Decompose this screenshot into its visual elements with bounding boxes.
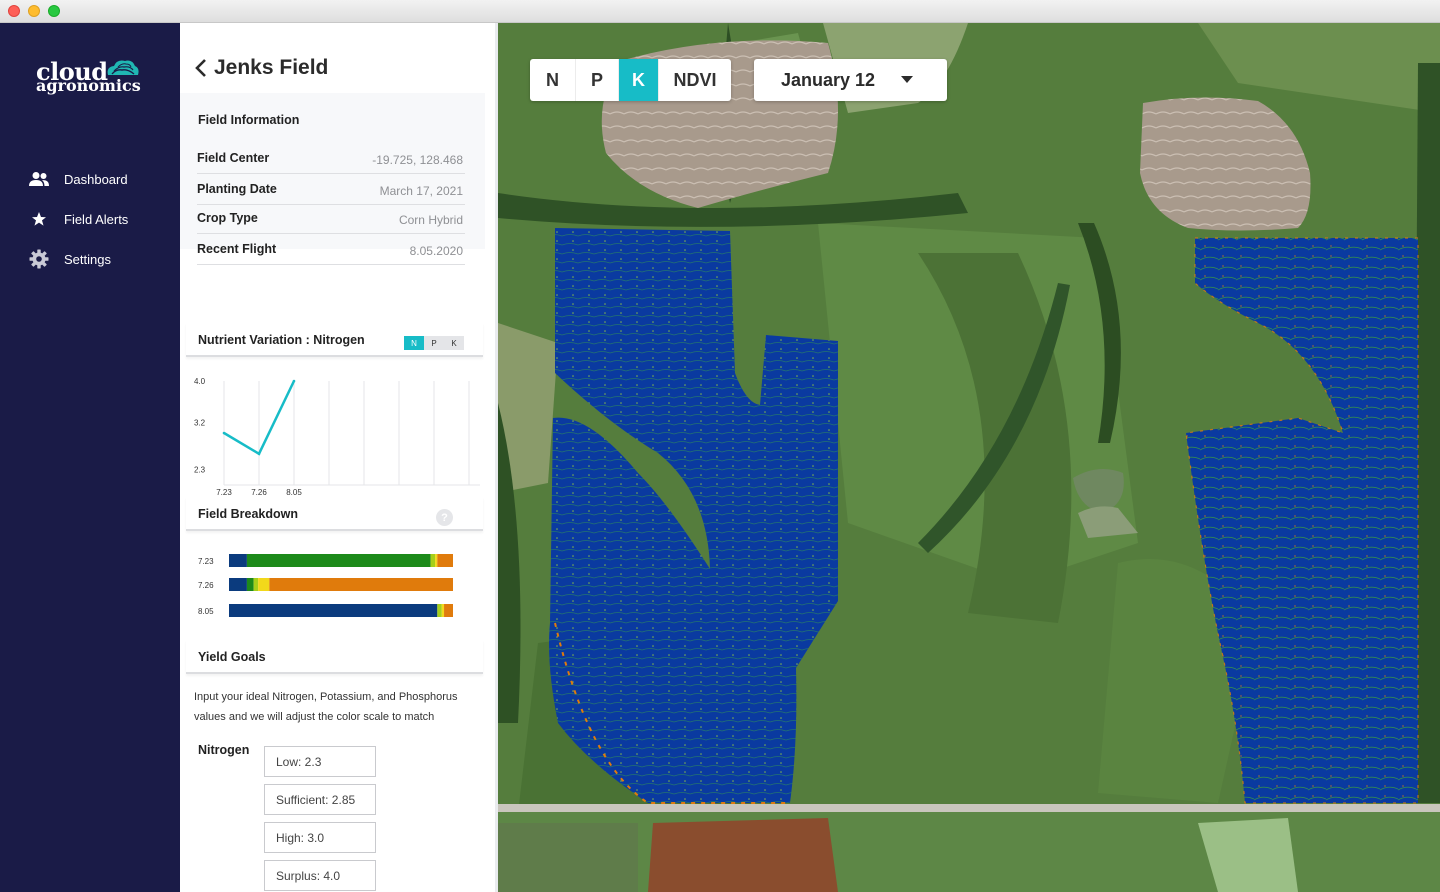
- bar-segment: [246, 554, 431, 567]
- y-tick-label: 2.3: [194, 465, 206, 474]
- bar-segment: [441, 604, 445, 617]
- bar-segment: [246, 578, 254, 591]
- bar-category-label: 7.26: [198, 581, 214, 590]
- bar-segment: [229, 578, 247, 591]
- info-row-recent-flight: Recent Flight 8.05.2020: [197, 235, 465, 265]
- x-tick-label: 7.26: [251, 488, 267, 497]
- bar-category-label: 7.23: [198, 557, 214, 566]
- field-breakdown-chart: 7.23 7.26 8.05: [198, 554, 453, 617]
- yield-goals-description: Input your ideal Nitrogen, Potassium, an…: [194, 691, 458, 723]
- bar-segment: [437, 554, 453, 567]
- bar-segment: [444, 604, 453, 617]
- x-tick-label: 8.05: [286, 488, 302, 497]
- layer-ndvi-button[interactable]: NDVI: [659, 59, 731, 101]
- nutrient-variation-heading: Nutrient Variation : Nitrogen: [198, 333, 365, 347]
- field-map[interactable]: [498, 23, 1440, 892]
- info-row-field-center: Field Center -19.725, 128.468: [197, 144, 465, 174]
- caret-down-icon: [901, 76, 913, 83]
- x-tick-label: 7.23: [216, 488, 232, 497]
- close-window-button[interactable]: [8, 5, 20, 17]
- info-row-planting-date: Planting Date March 17, 2021: [197, 175, 465, 205]
- info-key: Field Center: [197, 151, 270, 165]
- help-icon[interactable]: ?: [436, 509, 453, 526]
- data-point: [292, 379, 296, 383]
- bar-segment: [253, 578, 259, 591]
- bar-segment: [435, 554, 438, 567]
- bar-segment: [430, 554, 436, 567]
- logo[interactable]: cloud agronomics: [34, 57, 154, 117]
- bar-segment: [229, 604, 438, 617]
- nutrient-toggle-n[interactable]: N: [404, 336, 424, 350]
- field-information-heading: Field Information: [198, 113, 300, 127]
- nutrient-line-chart: 4.0 3.2 2.3 7.23 7.26 8.05: [194, 377, 480, 497]
- page-title: Jenks Field: [214, 56, 329, 79]
- field-breakdown-heading: Field Breakdown: [198, 507, 299, 521]
- sidebar-item-label: Settings: [64, 251, 111, 267]
- layer-k-button[interactable]: K: [619, 59, 659, 101]
- window-titlebar: [0, 0, 1440, 23]
- chevron-left-icon: [195, 59, 206, 77]
- field-details-panel: Jenks Field Field Information Field Cent…: [180, 23, 498, 892]
- bar-segment: [437, 604, 442, 617]
- sidebar-item-settings[interactable]: Settings: [0, 241, 180, 277]
- nutrient-toggle-p[interactable]: P: [424, 336, 444, 350]
- nitrogen-surplus-input[interactable]: [264, 860, 376, 891]
- y-tick-label: 3.2: [194, 419, 206, 428]
- nitrogen-label: Nitrogen: [198, 743, 250, 757]
- nutrient-toggle-k[interactable]: K: [444, 336, 464, 350]
- bar-segment: [229, 554, 247, 567]
- nutrient-variation-header: Nutrient Variation : Nitrogen N P K: [186, 323, 483, 357]
- nitrogen-sufficient-input[interactable]: [264, 784, 376, 815]
- nitrogen-high-input[interactable]: [264, 822, 376, 853]
- nitrogen-low-input[interactable]: [264, 746, 376, 777]
- info-key: Crop Type: [197, 211, 258, 225]
- bar-segment: [258, 578, 270, 591]
- y-tick-label: 4.0: [194, 377, 206, 386]
- sidebar-nav: cloud agronomics Dashboard Field Alerts: [0, 23, 180, 892]
- info-value: 8.05.2020: [409, 244, 463, 258]
- info-value: -19.725, 128.468: [372, 153, 463, 167]
- back-button[interactable]: Jenks Field: [194, 56, 328, 80]
- nutrient-layer-toggle: N P K NDVI: [530, 59, 731, 101]
- yield-goals-header: Yield Goals: [186, 640, 483, 674]
- gear-icon: [27, 249, 51, 269]
- data-point: [222, 431, 226, 435]
- star-icon: [27, 209, 51, 229]
- sidebar-item-label: Field Alerts: [64, 211, 129, 227]
- maximize-window-button[interactable]: [48, 5, 60, 17]
- minimize-window-button[interactable]: [28, 5, 40, 17]
- info-key: Planting Date: [197, 182, 277, 196]
- data-point: [257, 452, 261, 456]
- satellite-map-image: [498, 23, 1440, 892]
- info-value: Corn Hybrid: [398, 213, 463, 227]
- bar-category-label: 8.05: [198, 607, 214, 616]
- yield-goals-heading: Yield Goals: [198, 650, 266, 664]
- layer-n-button[interactable]: N: [530, 59, 576, 101]
- field-breakdown-header: Field Breakdown ?: [186, 497, 483, 531]
- sidebar-item-dashboard[interactable]: Dashboard: [0, 161, 180, 197]
- info-row-crop-type: Crop Type Corn Hybrid: [197, 204, 465, 234]
- date-dropdown[interactable]: January 12: [754, 59, 947, 101]
- layer-p-button[interactable]: P: [576, 59, 619, 101]
- nutrient-toggle: N P K: [404, 336, 464, 350]
- date-dropdown-value: January 12: [781, 70, 876, 90]
- users-icon: [27, 169, 51, 189]
- sidebar-item-label: Dashboard: [64, 171, 128, 187]
- info-key: Recent Flight: [197, 242, 277, 256]
- sidebar-item-field-alerts[interactable]: Field Alerts: [0, 201, 180, 237]
- logo-wordmark-line2: agronomics: [36, 76, 141, 95]
- bar-segment: [269, 578, 453, 591]
- info-value: March 17, 2021: [379, 184, 463, 198]
